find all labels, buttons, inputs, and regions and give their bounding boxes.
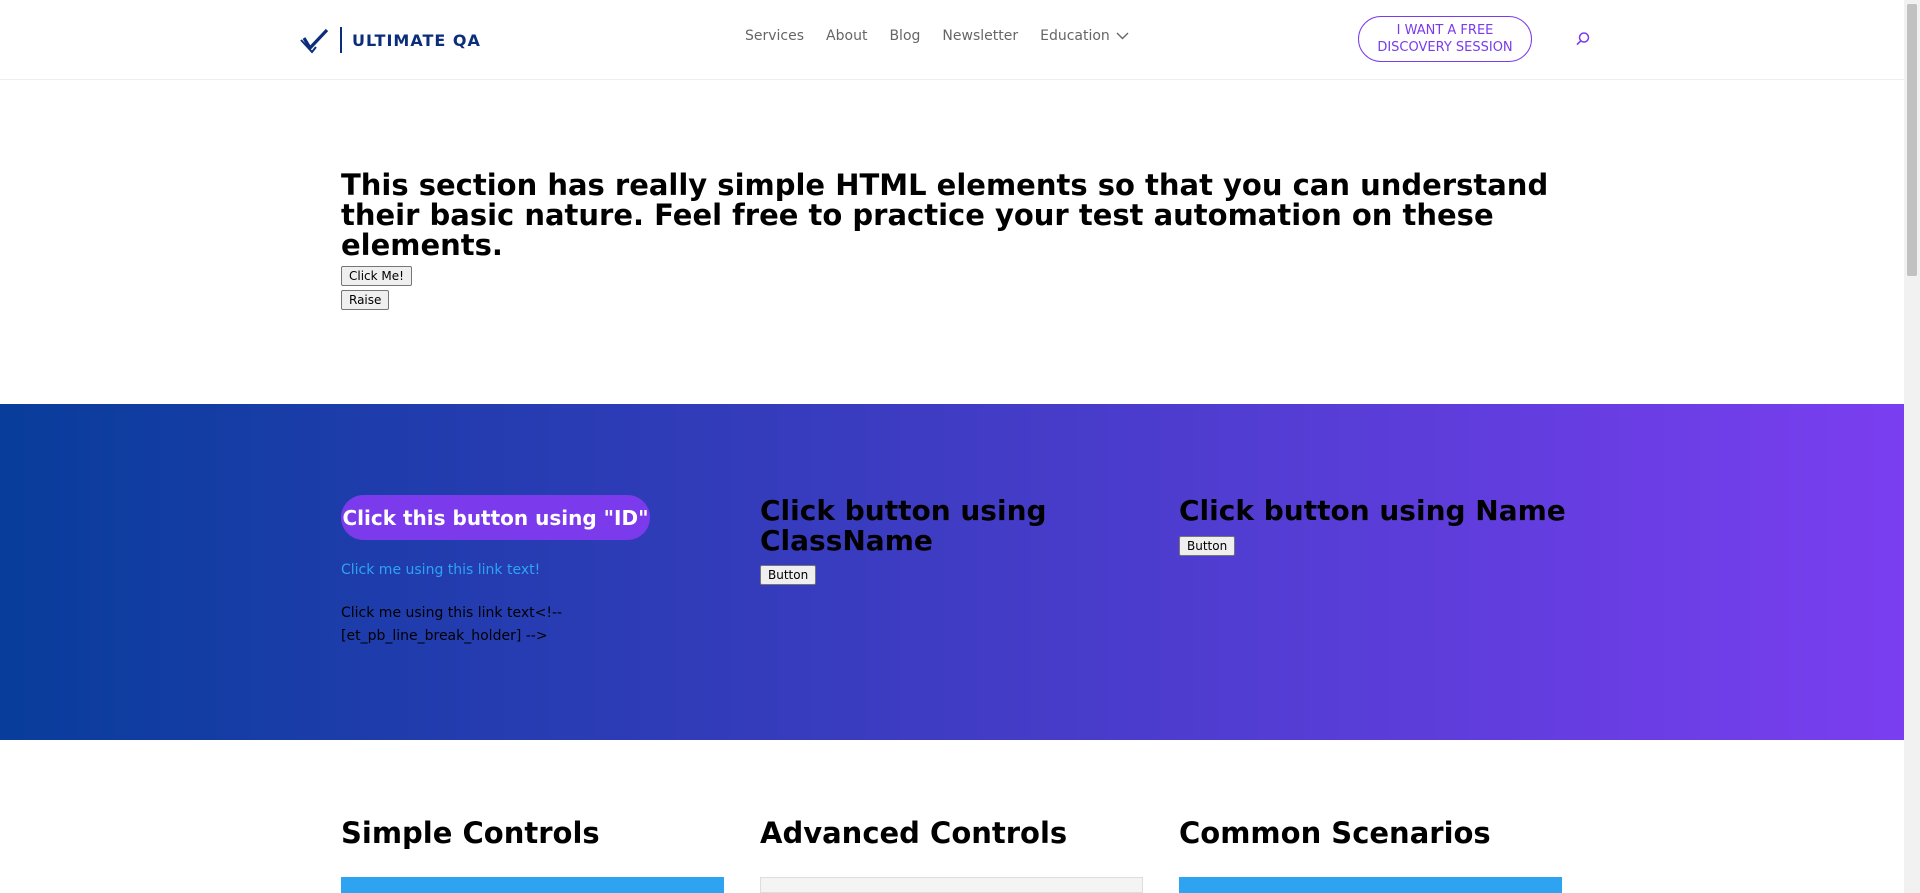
advanced-controls-tile[interactable] (760, 877, 1143, 893)
logo-text: ULTIMATE QA (352, 30, 481, 50)
raise-button[interactable]: Raise (341, 290, 390, 310)
click-by-id-button[interactable]: Click this button using "ID" (341, 495, 650, 540)
site-logo[interactable]: ULTIMATE QA (300, 24, 481, 56)
nav-services[interactable]: Services (745, 28, 804, 44)
simple-controls-tile[interactable] (341, 877, 724, 893)
click-me-button[interactable]: Click Me! (341, 266, 412, 286)
checkmark-logo-icon (300, 28, 329, 54)
scrollbar-thumb[interactable] (1907, 4, 1917, 276)
link-text-link[interactable]: Click me using this link text! (341, 562, 540, 578)
page-scrollbar[interactable] (1904, 0, 1920, 893)
nav-education[interactable]: Education (1040, 28, 1129, 44)
main-nav: Services About Blog Newsletter Education (745, 28, 1151, 44)
search-icon[interactable] (1575, 31, 1591, 47)
nav-newsletter[interactable]: Newsletter (942, 28, 1018, 44)
nav-education-label: Education (1040, 28, 1110, 44)
advanced-controls-title: Advanced Controls (760, 816, 1068, 850)
simple-controls-title: Simple Controls (341, 816, 600, 850)
free-discovery-session-button[interactable]: I WANT A FREE DISCOVERY SESSION (1358, 16, 1532, 62)
nav-blog[interactable]: Blog (889, 28, 920, 44)
chevron-down-icon (1116, 32, 1129, 40)
common-scenarios-tile[interactable] (1179, 877, 1562, 893)
nav-about[interactable]: About (826, 28, 867, 44)
common-scenarios-title: Common Scenarios (1179, 816, 1491, 850)
intro-title: This section has really simple HTML elem… (341, 168, 1549, 262)
name-title: Click button using Name (1179, 494, 1566, 527)
link-text-raw: Click me using this link text<!-- [et_pb… (341, 605, 563, 644)
name-button[interactable]: Button (1179, 536, 1236, 556)
logo-divider (340, 27, 342, 53)
button-practice-band (0, 404, 1904, 740)
classname-title: Click button using ClassName (760, 494, 1047, 557)
site-header: ULTIMATE QA Services About Blog Newslett… (0, 0, 1904, 80)
classname-button[interactable]: Button (760, 565, 817, 585)
